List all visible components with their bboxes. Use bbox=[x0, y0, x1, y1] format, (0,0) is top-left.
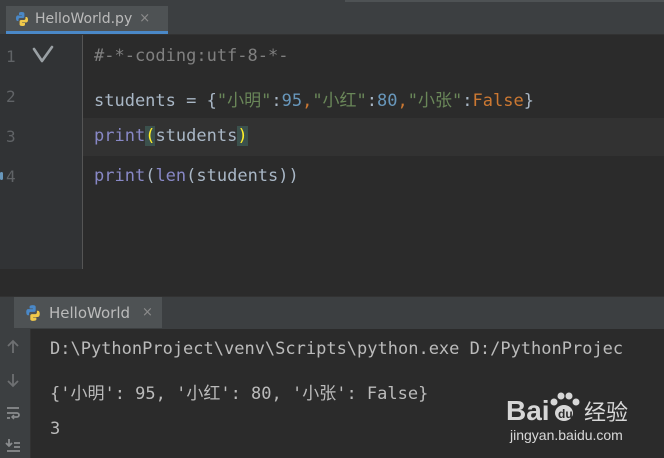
code-line-3: print(students) bbox=[94, 126, 248, 146]
colon: : bbox=[366, 91, 378, 111]
number: 80 bbox=[377, 91, 398, 111]
watermark-url: jingyan.baidu.com bbox=[509, 427, 623, 443]
string: "小张" bbox=[407, 91, 463, 111]
paren-highlight: ) bbox=[237, 126, 248, 146]
builtin-function: len bbox=[155, 166, 187, 186]
number: 95 bbox=[281, 91, 303, 111]
editor-tab-helloworld[interactable]: HelloWorld.py × bbox=[6, 6, 168, 34]
tab-bar-divider bbox=[345, 0, 664, 2]
scroll-to-end-icon[interactable] bbox=[2, 434, 24, 456]
paren: ( bbox=[145, 166, 156, 186]
variable: students = bbox=[94, 91, 207, 111]
code-line-2: students = {"小明":95,"小红":80,"小张":False} bbox=[94, 86, 534, 111]
line-number: 4 bbox=[6, 167, 16, 186]
keyword: False bbox=[472, 91, 524, 111]
run-tab-label: HelloWorld bbox=[49, 303, 131, 322]
code-line-4: print(len(students)) bbox=[94, 166, 299, 186]
arrow-up-icon[interactable] bbox=[2, 336, 24, 358]
comma: , bbox=[302, 91, 313, 111]
line-number: 2 bbox=[6, 87, 16, 106]
paren-highlight: ( bbox=[145, 126, 156, 146]
colon: : bbox=[271, 91, 282, 111]
soft-wrap-icon[interactable] bbox=[2, 402, 24, 424]
argument: (students)) bbox=[186, 166, 299, 186]
baidu-watermark: Bai du 经验 jingyan.baidu.com bbox=[506, 392, 628, 443]
close-icon[interactable]: × bbox=[139, 11, 150, 26]
arrow-down-icon[interactable] bbox=[2, 369, 24, 391]
close-icon[interactable]: × bbox=[142, 305, 153, 320]
run-tab-helloworld[interactable]: HelloWorld × bbox=[14, 297, 162, 328]
string: "小红" bbox=[312, 91, 367, 111]
colon: : bbox=[462, 91, 473, 111]
comment: #-*-coding:utf-8-*- bbox=[94, 46, 289, 66]
argument: students bbox=[155, 126, 238, 146]
console-len-output: 3 bbox=[50, 419, 61, 439]
brace: { bbox=[206, 91, 217, 111]
watermark-brand-right: du bbox=[558, 407, 573, 421]
paw-icon: du bbox=[550, 392, 580, 421]
watermark-brand-left: Bai bbox=[506, 395, 550, 426]
builtin-function: print bbox=[94, 166, 146, 186]
comma: , bbox=[397, 91, 408, 111]
checkmark-icon bbox=[32, 45, 54, 63]
brace: } bbox=[523, 91, 534, 111]
console-command-line: D:\PythonProject\venv\Scripts\python.exe… bbox=[50, 339, 624, 359]
line-number-gutter bbox=[0, 35, 82, 269]
watermark-cn: 经验 bbox=[584, 401, 628, 426]
python-run-icon bbox=[26, 304, 40, 321]
string: "小明" bbox=[216, 91, 272, 111]
code-line-1: #-*-coding:utf-8-*- bbox=[94, 46, 288, 66]
python-file-icon bbox=[16, 11, 28, 26]
editor-tab-label: HelloWorld.py bbox=[35, 10, 133, 27]
panel-splitter[interactable] bbox=[0, 269, 664, 296]
console-dict-output: {'小明': 95, '小红': 80, '小张': False} bbox=[50, 384, 429, 404]
line-number: 1 bbox=[6, 47, 16, 66]
builtin-function: print bbox=[94, 126, 146, 146]
line-number: 3 bbox=[6, 127, 16, 146]
breakpoint-marker bbox=[0, 172, 3, 180]
